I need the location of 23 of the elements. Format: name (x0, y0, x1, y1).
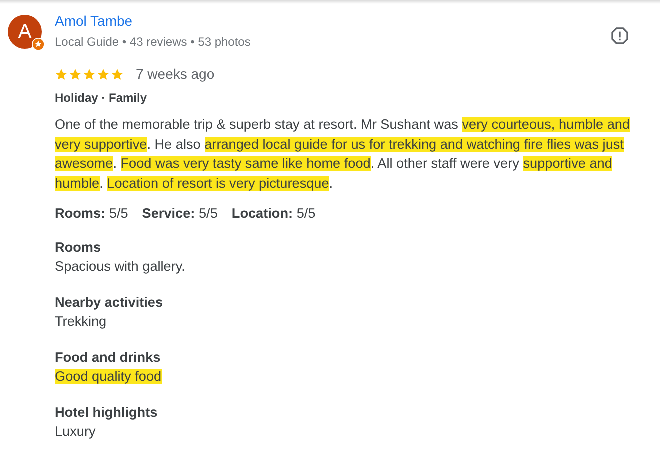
rating: Rooms: 5/5 (55, 206, 128, 221)
section-text: Luxury (55, 424, 96, 439)
review-text: One of the memorable trip & superb stay at resort. Mr Sushant was very courteous, humble and very supportive. He also arranged local guide for us for trekking and watching fire flies was just awesome. Food was very tasty same like home food. All other staff were very supportive and humble. Location of resort is very picturesque. (55, 116, 632, 194)
section-heading: Food and drinks (55, 348, 161, 367)
star-icon (55, 68, 68, 80)
section-text: Trekking (55, 314, 107, 329)
star-icon (97, 68, 110, 80)
section-text: Spacious with gallery. (55, 258, 186, 274)
trip-type: Holiday · Family (55, 91, 148, 105)
reviewer-name[interactable]: Amol Tambe (55, 12, 133, 31)
section-heading: Rooms (55, 238, 102, 257)
report-icon[interactable] (610, 26, 630, 46)
section-text: Good quality food (55, 368, 162, 384)
rating: Location: 5/5 (232, 206, 316, 221)
star-icon (111, 68, 124, 80)
star-icon (83, 68, 96, 80)
section-heading: Hotel highlights (55, 404, 158, 422)
star-icon (69, 68, 82, 80)
rating: Service: 5/5 (142, 206, 218, 221)
avatar[interactable]: A (8, 15, 42, 49)
review-time: 7 weeks ago (136, 66, 215, 82)
reviewer-meta: Local Guide • 43 reviews • 53 photos (55, 34, 252, 50)
section-heading: Nearby activities (55, 294, 164, 312)
